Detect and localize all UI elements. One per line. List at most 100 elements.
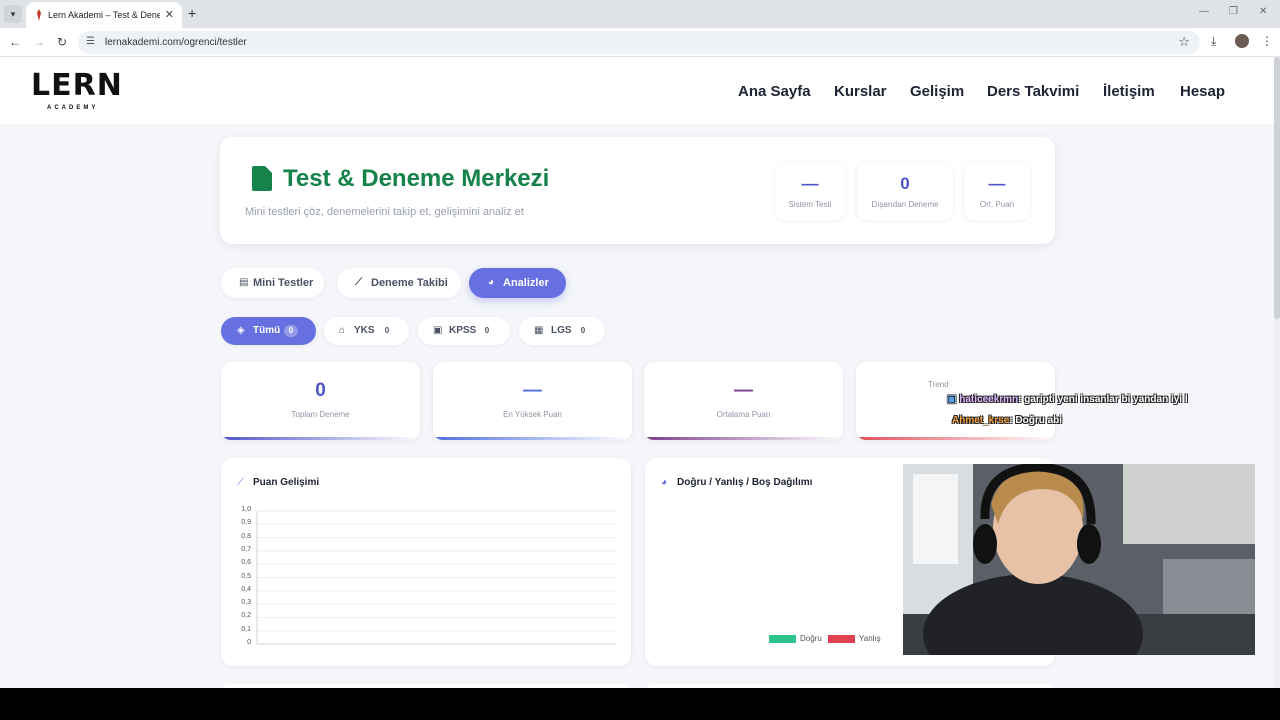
page-title: Test & Deneme Merkezi: [283, 165, 550, 192]
legend-swatch-dogru: [769, 635, 796, 643]
card-accent-bar: [856, 437, 1055, 440]
layers-icon: ◈: [237, 325, 245, 336]
pie-chart-icon: ◕: [488, 277, 495, 288]
lern-favicon-icon: [37, 9, 41, 21]
chat-user: haticeekrmn: [959, 394, 1019, 405]
card-label: Trend: [928, 380, 949, 389]
score-chart-plot: [256, 510, 616, 645]
site-info-icon[interactable]: ☰: [86, 36, 95, 47]
nav-ana-sayfa[interactable]: Ana Sayfa: [738, 83, 811, 100]
stat-label: Sistem Testi: [788, 200, 832, 209]
forward-icon[interactable]: →: [33, 35, 45, 49]
filter-label: KPSS: [449, 325, 477, 336]
download-icon[interactable]: ⤓: [1211, 34, 1216, 49]
card-ortalama-puan: — Ortalama Puan: [644, 362, 843, 440]
page-subtitle: Mini testleri çöz, denemelerini takip et…: [245, 206, 524, 218]
close-icon[interactable]: ✕: [165, 8, 174, 21]
chat-text: : Doğru abi: [1009, 415, 1063, 426]
url-text[interactable]: lernakademi.com/ogrenci/testler: [105, 37, 247, 48]
logo-subtext: ACADEMY: [47, 105, 99, 111]
school-bus-icon: ▦: [534, 325, 544, 336]
minimize-icon[interactable]: —: [1199, 6, 1209, 17]
stat-value: 0: [900, 174, 910, 193]
profile-avatar[interactable]: [1235, 34, 1249, 48]
score-chart-panel: ⟋ Puan Gelişimi 1,0 0,9 0,8 0,7 0,6 0,5 0,4 0,3…: [221, 458, 631, 666]
stat-value: —: [988, 174, 1006, 193]
chat-message: ▣ haticeekrmn: garipti yeni insanlar bi …: [947, 394, 1188, 405]
tab-label: Analizler: [503, 277, 549, 289]
card-accent-bar: [221, 437, 420, 440]
scrollbar-thumb[interactable]: [1274, 57, 1280, 319]
legend-label-yanlis[interactable]: Yanlış: [859, 634, 881, 643]
stat-disaridan-deneme: 0 Dışarıdan Deneme: [857, 162, 953, 220]
tab-mini-testler[interactable]: ▤ Mini Testler: [221, 268, 324, 298]
webcam-overlay: [903, 464, 1255, 655]
document-icon: [252, 166, 272, 191]
chat-badge-icon: ▣: [947, 394, 957, 405]
new-tab-icon[interactable]: +: [188, 5, 196, 21]
browser-toolbar: ← → ↻ ☰ lernakademi.com/ogrenci/testler …: [0, 28, 1280, 57]
filter-yks[interactable]: ⌂ YKS 0: [324, 317, 409, 345]
hero-card: Test & Deneme Merkezi Mini testleri çöz,…: [220, 137, 1055, 244]
site-header: LERN ACADEMY Ana Sayfa Kurslar Gelişim D…: [0, 57, 1280, 124]
logo-text[interactable]: LERN: [31, 68, 123, 103]
page-scrollbar[interactable]: [1274, 57, 1280, 688]
restore-icon[interactable]: ❐: [1229, 6, 1238, 17]
stat-label: Dışarıdan Deneme: [871, 200, 939, 209]
nav-hesap[interactable]: Hesap: [1180, 83, 1225, 100]
stat-sistem-testi: — Sistem Testi: [775, 162, 845, 220]
panel-title: Doğru / Yanlış / Boş Dağılımı: [677, 477, 813, 488]
nav-ders-takvimi[interactable]: Ders Takvimi: [987, 83, 1079, 100]
nav-gelisim[interactable]: Gelişim: [910, 83, 964, 100]
filter-count: 0: [484, 326, 490, 335]
card-accent-bar: [644, 437, 843, 440]
bookmark-star-icon[interactable]: ☆: [1178, 34, 1190, 50]
tab-label: Mini Testler: [253, 277, 314, 289]
filter-count: 0: [580, 326, 586, 335]
window-close-icon[interactable]: ✕: [1259, 6, 1267, 17]
card-value: —: [734, 380, 753, 401]
card-label: En Yüksek Puan: [502, 410, 562, 419]
stat-value: —: [801, 174, 819, 193]
stat-ort-puan: — Ort. Puan: [964, 162, 1030, 220]
card-en-yuksek-puan: — En Yüksek Puan: [433, 362, 632, 440]
tab-list-icon[interactable]: ▾: [4, 5, 22, 23]
card-label: Toplam Deneme: [291, 410, 350, 419]
screen-bottom-bar: [0, 688, 1280, 720]
chat-text: : garipti yeni insanlar bi yandan iyi l: [1018, 394, 1188, 405]
file-icon: ▤: [239, 277, 249, 288]
filter-label: YKS: [354, 325, 375, 336]
address-bar[interactable]: ☰ lernakademi.com/ogrenci/testler ☆: [78, 31, 1200, 54]
menu-dots-icon[interactable]: ⋮: [1261, 34, 1273, 48]
stat-label: Ort. Puan: [979, 200, 1015, 209]
card-accent-bar: [433, 437, 632, 440]
pie-chart-icon: ◕: [661, 477, 668, 488]
card-label: Ortalama Puan: [716, 410, 771, 419]
legend-label-dogru[interactable]: Doğru: [800, 634, 822, 643]
filter-tumu[interactable]: ◈ Tümü 0: [221, 317, 316, 345]
card-toplam-deneme: 0 Toplam Deneme: [221, 362, 420, 440]
tab-title: Lern Akademi – Test & Deneme: [48, 10, 160, 20]
card-value: 0: [315, 380, 326, 401]
filter-kpss[interactable]: ▣ KPSS 0: [418, 317, 510, 345]
tab-deneme-takibi[interactable]: ⟋ Deneme Takibi: [337, 268, 461, 298]
reload-icon[interactable]: ↻: [57, 35, 67, 49]
back-icon[interactable]: ←: [9, 35, 21, 49]
filter-count: 0: [284, 325, 298, 337]
chat-user: Ahmet_krse: [952, 415, 1010, 426]
filter-count: 0: [384, 326, 390, 335]
webcam-image: [903, 464, 1255, 655]
filter-label: LGS: [551, 325, 572, 336]
browser-tab-active[interactable]: Lern Akademi – Test & Deneme ✕: [26, 2, 182, 28]
briefcase-icon: ▣: [433, 325, 443, 336]
tab-analizler[interactable]: ◕ Analizler: [469, 268, 566, 298]
nav-iletisim[interactable]: İletişim: [1103, 83, 1155, 100]
chart-line-icon: ⟋: [355, 277, 362, 288]
nav-kurslar[interactable]: Kurslar: [834, 83, 887, 100]
chat-message: Ahmet_krse: Doğru abi: [952, 415, 1062, 426]
university-icon: ⌂: [339, 325, 346, 336]
filter-lgs[interactable]: ▦ LGS 0: [519, 317, 605, 345]
browser-tabbar: ▾ Lern Akademi – Test & Deneme ✕ + — ❐ ✕: [0, 0, 1280, 28]
legend-swatch-yanlis: [828, 635, 855, 643]
filter-label: Tümü: [253, 325, 281, 336]
